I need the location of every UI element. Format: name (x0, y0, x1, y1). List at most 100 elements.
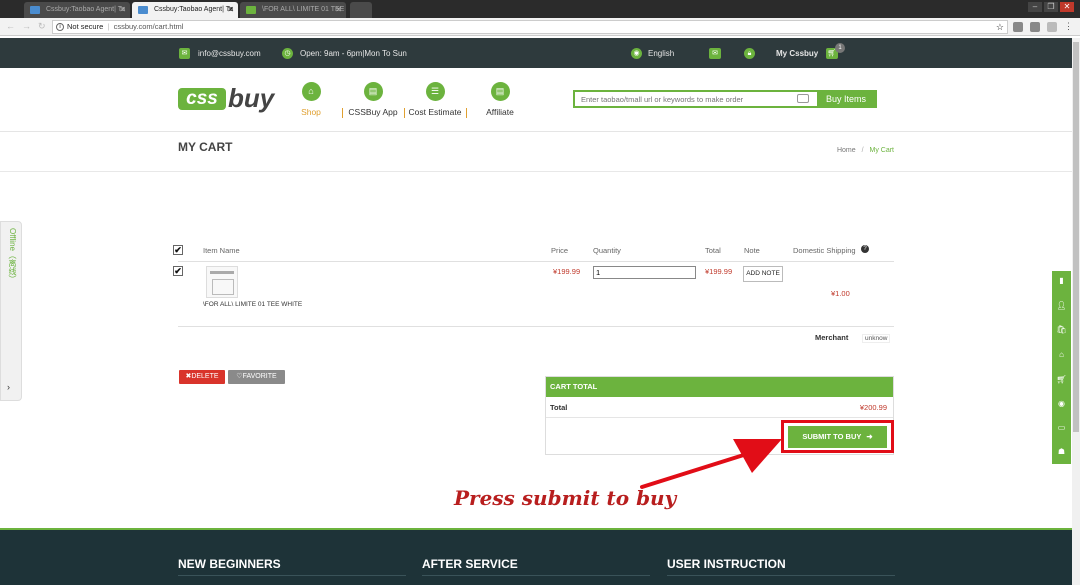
tab-title: Cssbuy:Taobao Agent| Ta (46, 6, 126, 13)
annotation-text: Press submit to buy (454, 486, 677, 510)
buy-items-button[interactable]: Buy Items (817, 92, 875, 106)
url-field[interactable]: i Not secure | cssbuy.com/cart.html ☆ (52, 20, 1008, 34)
site-favicon-icon (30, 6, 40, 14)
restore-icon[interactable]: ❐ (1044, 2, 1058, 12)
site-favicon-icon (138, 6, 148, 14)
page-title-bar: MY CART Home / My Cart (0, 132, 1080, 172)
offline-chat-tab[interactable]: Offline（离线） › (0, 221, 22, 401)
favorite-label: FAVORITE (242, 373, 277, 380)
forward-icon[interactable]: → (22, 21, 31, 31)
close-tab-icon[interactable]: ✕ (227, 2, 234, 18)
camera-icon[interactable] (797, 94, 809, 103)
breadcrumb-current: My Cart (869, 147, 895, 154)
url-separator: | (105, 22, 112, 31)
page-scrollbar[interactable] (1072, 38, 1080, 585)
bag-icon[interactable]: 🛍︎ (1056, 324, 1067, 335)
scrollbar-thumb[interactable] (1073, 42, 1079, 432)
nav-label: Affiliate (486, 107, 514, 117)
document-icon: ▤ (490, 82, 510, 101)
lock-icon[interactable]: 🔒︎ (744, 48, 755, 59)
favorite-button[interactable]: ♡FAVORITE (228, 370, 285, 384)
my-cssbuy-link[interactable]: My Cssbuy (776, 48, 818, 59)
cssbuy-logo[interactable]: css buy (178, 84, 274, 116)
site-footer: NEW BEGINNERS AFTER SERVICE USER INSTRUC… (0, 528, 1072, 585)
help-icon[interactable]: ? (861, 245, 869, 253)
extension-icon[interactable] (1030, 22, 1040, 32)
site-top-bar: ✉ info@cssbuy.com ◷ Open: 9am - 6pm|Mon … (0, 38, 1080, 68)
browser-tab[interactable]: Cssbuy:Taobao Agent| Ta ✕ (24, 2, 130, 18)
search-input[interactable] (575, 92, 815, 106)
new-tab-button[interactable] (350, 2, 372, 18)
bookmark-star-icon[interactable]: ☆ (996, 21, 1004, 33)
close-tab-icon[interactable]: ✕ (119, 2, 126, 18)
globe-icon: ◉ (631, 48, 642, 59)
cart-icon[interactable]: 🛒︎ (1056, 374, 1067, 385)
close-window-icon[interactable]: ✕ (1060, 2, 1074, 12)
opening-hours: Open: 9am - 6pm|Mon To Sun (300, 49, 407, 58)
annotation-arrow (640, 439, 782, 489)
document-icon: ▤ (363, 82, 383, 101)
total-label: Total (550, 403, 568, 412)
cart-total-row: Total ¥200.99 (546, 397, 893, 418)
item-name[interactable]: \FOR ALL\ LIMITE 01 TEE WHITE (203, 301, 302, 308)
column-header-price: Price (551, 246, 569, 255)
item-price: ¥199.99 (553, 267, 581, 276)
item-checkbox[interactable]: ✔ (173, 266, 183, 276)
domestic-shipping-value: ¥1.00 (831, 289, 850, 298)
nav-separator (466, 108, 467, 118)
nav-label: Shop (301, 107, 321, 117)
extension-icon[interactable] (1013, 22, 1023, 32)
nav-label: CSSBuy App (348, 107, 398, 117)
service-icon[interactable]: ☗ (1056, 446, 1067, 457)
add-note-button[interactable]: ADD NOTE (743, 266, 783, 282)
menu-icon[interactable]: ⋮ (1064, 21, 1073, 32)
column-header-note: Note (744, 246, 760, 255)
merchant-label: Merchant (815, 333, 849, 342)
select-all-checkbox[interactable]: ✔ (173, 245, 183, 255)
nav-label: Cost Estimate (408, 107, 462, 117)
product-thumbnail[interactable] (206, 266, 238, 298)
reload-icon[interactable]: ↻ (38, 21, 46, 32)
cart-total-header: CART TOTAL (546, 377, 893, 397)
browser-tab[interactable]: \FOR ALL\ LIMITE 01 TEE ✕ (240, 2, 346, 18)
contact-email[interactable]: info@cssbuy.com (198, 48, 261, 59)
home-icon: ⌂ (301, 82, 321, 101)
highlight-box (781, 420, 894, 453)
browser-tab-active[interactable]: Cssbuy:Taobao Agent| Ta ✕ (132, 2, 238, 18)
browser-address-bar: ← → ↻ i Not secure | cssbuy.com/cart.htm… (0, 18, 1080, 36)
quantity-input[interactable] (593, 266, 696, 279)
user-icon[interactable]: 👤︎ (1056, 300, 1067, 311)
site-favicon-icon (246, 6, 256, 14)
site-header: css buy ⌂ Shop ▤ CSSBuy App ☰ Cost Estim… (0, 68, 1080, 132)
nav-cost-estimate[interactable]: ☰ Cost Estimate (406, 82, 464, 117)
home-icon[interactable]: ⌂ (1056, 349, 1067, 360)
divider (178, 326, 894, 327)
phone-icon[interactable]: ▮ (1056, 275, 1067, 286)
delete-button[interactable]: ✖DELETE (179, 370, 225, 384)
search-box: Buy Items (573, 90, 877, 108)
back-icon[interactable]: ← (6, 21, 15, 31)
breadcrumb: Home / My Cart (837, 147, 894, 154)
close-tab-icon[interactable]: ✕ (335, 2, 342, 18)
browser-tab-bar: Cssbuy:Taobao Agent| Ta ✕ Cssbuy:Taobao … (0, 0, 1080, 18)
minimize-icon[interactable]: – (1028, 2, 1042, 12)
nav-cssbuy-app[interactable]: ▤ CSSBuy App (344, 82, 402, 117)
language-selector[interactable]: English (648, 48, 674, 59)
column-header-total: Total (705, 246, 721, 255)
email-icon: ✉ (179, 48, 190, 59)
merchant-value: unknow (862, 334, 891, 343)
cart-count-badge: 1 (835, 43, 845, 53)
message-icon[interactable]: ✉ (709, 48, 721, 59)
nav-affiliate[interactable]: ▤ Affiliate (480, 82, 520, 117)
info-icon[interactable]: i (56, 23, 64, 31)
chat-icon[interactable]: ▭ (1056, 422, 1067, 433)
rss-icon[interactable]: ◉ (1056, 398, 1067, 409)
tab-title: Cssbuy:Taobao Agent| Ta (154, 6, 234, 13)
total-value: ¥200.99 (859, 403, 887, 412)
extension-icon[interactable] (1047, 22, 1057, 32)
breadcrumb-home[interactable]: Home (837, 147, 856, 154)
nav-shop[interactable]: ⌂ Shop (296, 82, 326, 117)
chevron-right-icon[interactable]: › (7, 382, 10, 392)
nav-separator (342, 108, 343, 118)
breadcrumb-separator: / (861, 147, 864, 154)
